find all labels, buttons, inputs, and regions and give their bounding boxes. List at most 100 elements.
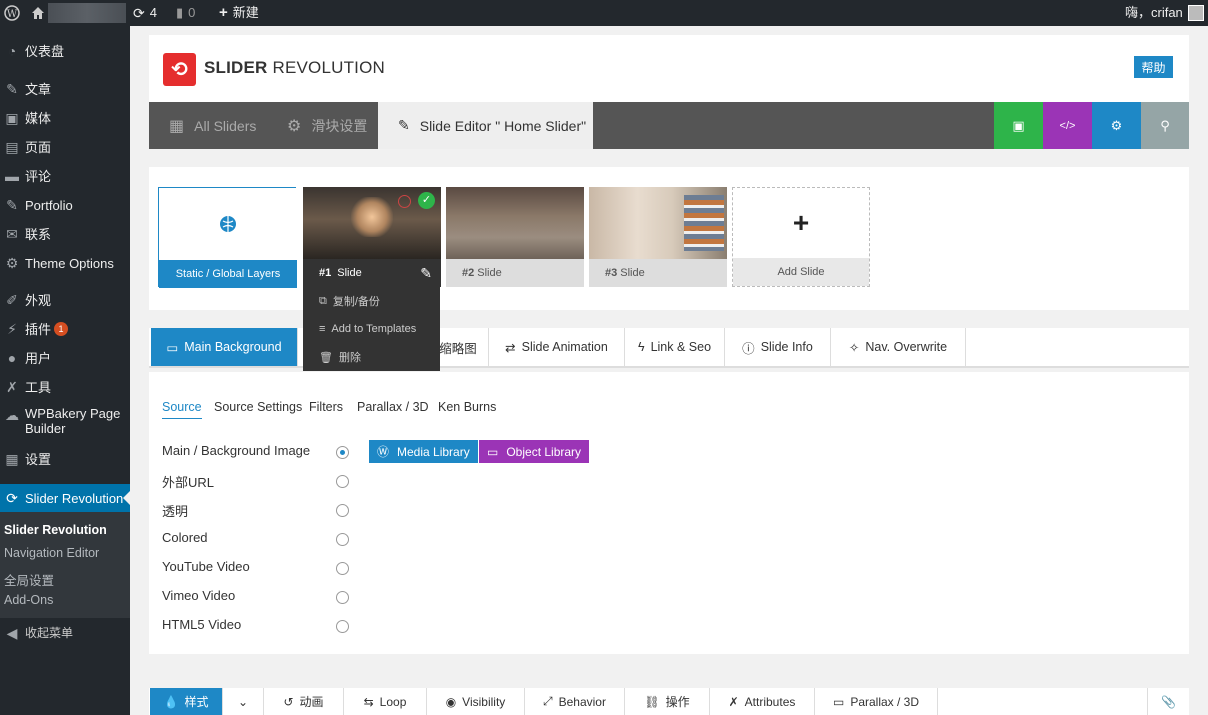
menu-slider-revolution[interactable]: ⟳ Slider Revolution bbox=[0, 484, 130, 512]
menu-theme-options[interactable]: ⚙ Theme Options bbox=[0, 249, 130, 277]
page-icon: ▤ bbox=[5, 138, 19, 155]
tab-animation[interactable]: ↺ 动画 bbox=[264, 688, 344, 715]
tab-slide-animation[interactable]: ⇄ Slide Animation bbox=[489, 328, 625, 366]
subtab-source-settings[interactable]: Source Settings bbox=[214, 400, 302, 414]
duplicate-slide-item[interactable]: ⧉ 复制/备份 bbox=[303, 287, 440, 315]
tab-actions[interactable]: ⛓ 操作 bbox=[625, 688, 710, 715]
preview-button[interactable]: ⚲ bbox=[1141, 102, 1189, 149]
tab-link-seo[interactable]: ϟ Link & Seo bbox=[625, 328, 725, 366]
pin-icon: ✎ bbox=[6, 80, 18, 97]
settings-button[interactable]: ⚙ bbox=[1092, 102, 1141, 149]
delete-slide-item[interactable]: 🗑 删除 bbox=[303, 343, 440, 371]
tab-nav-overwrite[interactable]: ✧ Nav. Overwrite bbox=[831, 328, 966, 366]
tab-behavior[interactable]: ⤢ Behavior bbox=[525, 688, 625, 715]
add-to-templates-item[interactable]: ≡ Add to Templates bbox=[303, 315, 440, 343]
tab-slide-editor[interactable]: ✎ Slide Editor " Home Slider" bbox=[378, 102, 593, 149]
list-icon: ≡ bbox=[319, 323, 326, 335]
submenu-navigation-editor[interactable]: Navigation Editor bbox=[4, 546, 99, 560]
source-radio-main-image[interactable] bbox=[336, 446, 349, 459]
menu-wpbakery[interactable]: ☁ WPBakery Page Builder bbox=[0, 406, 130, 444]
slide-card-3[interactable]: #3 Slide bbox=[589, 187, 727, 287]
slide-label-2: #2 Slide bbox=[446, 259, 584, 287]
save-button[interactable]: ▣ bbox=[994, 102, 1043, 149]
menu-portfolio[interactable]: ✎ Portfolio bbox=[0, 191, 130, 219]
collapse-menu[interactable]: ◀ 收起菜单 bbox=[0, 619, 130, 647]
plugin-update-badge: 1 bbox=[54, 322, 69, 336]
submenu-global-settings[interactable]: 全局设置 bbox=[4, 570, 54, 589]
globe-icon bbox=[159, 188, 297, 260]
style-dropdown-button[interactable]: ⌄ bbox=[223, 688, 264, 715]
subtab-filters[interactable]: Filters bbox=[309, 400, 343, 414]
comments-link[interactable]: ▮ 0 bbox=[176, 0, 195, 26]
code-button[interactable]: </> bbox=[1043, 102, 1092, 149]
published-check-icon[interactable]: ✓ bbox=[418, 192, 435, 209]
wordpress-logo-icon[interactable]: W bbox=[4, 0, 20, 26]
image-icon: ▭ bbox=[832, 694, 845, 709]
site-name-blurred[interactable] bbox=[48, 3, 126, 23]
menu-users[interactable]: ● 用户 bbox=[0, 344, 130, 372]
new-content-link[interactable]: + 新建 bbox=[219, 0, 259, 26]
submenu-add-ons[interactable]: Add-Ons bbox=[4, 593, 53, 607]
plugin-header: ⟲ SLIDER REVOLUTION 帮助 bbox=[149, 35, 1189, 102]
help-button[interactable]: 帮助 bbox=[1134, 56, 1173, 78]
source-radio-external-url[interactable] bbox=[336, 475, 349, 488]
source-radio-vimeo[interactable] bbox=[336, 591, 349, 604]
save-icon: ▣ bbox=[1012, 117, 1025, 133]
source-colored: Colored bbox=[162, 530, 208, 545]
subtab-source[interactable]: Source bbox=[162, 400, 202, 419]
menu-media[interactable]: ▣ 媒体 bbox=[0, 104, 130, 132]
unpublished-icon[interactable] bbox=[398, 195, 411, 208]
tab-style[interactable]: 💧 样式 bbox=[150, 688, 223, 715]
pin-icon: ✎ bbox=[6, 196, 18, 213]
copy-icon: ⧉ bbox=[319, 294, 327, 307]
tab-main-background[interactable]: ▭ Main Background bbox=[151, 328, 298, 366]
tools-icon: ✗ bbox=[728, 694, 739, 709]
image-icon: ▭ bbox=[166, 340, 179, 355]
gear-icon: ⚙ bbox=[1110, 117, 1123, 133]
tab-all-sliders[interactable]: ▦ All Sliders bbox=[169, 102, 256, 149]
account-menu[interactable]: 嗨，crifan bbox=[1125, 0, 1204, 26]
menu-dashboard[interactable]: ◔ 仪表盘 bbox=[0, 37, 130, 65]
menu-tools[interactable]: ✗ 工具 bbox=[0, 373, 130, 401]
slide-context-menu: #1 Slide ✎ ⧉ 复制/备份 ≡ Add to Templates 🗑 删除 bbox=[303, 259, 440, 371]
static-layers-card[interactable]: Static / Global Layers bbox=[158, 187, 297, 288]
tab-slide-info[interactable]: ⓘ Slide Info bbox=[725, 328, 831, 366]
updates-link[interactable]: ⟳ 4 bbox=[133, 0, 157, 26]
settings-icon: ▦ bbox=[5, 450, 19, 467]
tab-visibility[interactable]: ◉ Visibility bbox=[427, 688, 525, 715]
slide-card-2[interactable]: #2 Slide bbox=[446, 187, 584, 287]
pencil-icon[interactable]: ✎ bbox=[420, 265, 432, 282]
comment-icon: ▬ bbox=[5, 168, 19, 184]
static-layers-label: Static / Global Layers bbox=[159, 260, 297, 288]
tab-attributes[interactable]: ✗ Attributes bbox=[710, 688, 815, 715]
home-icon[interactable] bbox=[30, 0, 46, 26]
menu-comments[interactable]: ▬ 评论 bbox=[0, 162, 130, 190]
subtab-parallax[interactable]: Parallax / 3D bbox=[357, 400, 429, 414]
menu-appearance[interactable]: ✐ 外观 bbox=[0, 286, 130, 314]
slider-revolution-submenu: Slider Revolution Navigation Editor 全局设置… bbox=[0, 512, 130, 618]
menu-contact[interactable]: ✉ 联系 bbox=[0, 220, 130, 248]
menu-pages[interactable]: ▤ 页面 bbox=[0, 133, 130, 161]
menu-settings[interactable]: ▦ 设置 bbox=[0, 445, 130, 473]
tab-slider-settings[interactable]: ⚙ 滑块设置 bbox=[287, 102, 367, 149]
menu-plugins[interactable]: ⚡ 插件 1 bbox=[0, 315, 130, 343]
source-radio-colored[interactable] bbox=[336, 533, 349, 546]
grid-icon: ▦ bbox=[169, 117, 185, 135]
source-radio-youtube[interactable] bbox=[336, 562, 349, 575]
tab-loop[interactable]: ⇆ Loop bbox=[344, 688, 427, 715]
submenu-slider-revolution[interactable]: Slider Revolution bbox=[4, 523, 107, 537]
subtab-ken-burns[interactable]: Ken Burns bbox=[438, 400, 496, 414]
media-library-button[interactable]: Ⓦ Media Library bbox=[369, 440, 478, 463]
tab-parallax-3d[interactable]: ▭ Parallax / 3D bbox=[815, 688, 938, 715]
source-external-url: 外部URL bbox=[162, 475, 215, 490]
attachment-button[interactable]: 📎 bbox=[1147, 688, 1189, 715]
add-slide-card[interactable]: + Add Slide bbox=[732, 187, 870, 287]
refresh-icon: ⟳ bbox=[133, 5, 145, 21]
menu-posts[interactable]: ✎ 文章 bbox=[0, 75, 130, 103]
source-radio-transparent[interactable] bbox=[336, 504, 349, 517]
object-library-button[interactable]: ▭ Object Library bbox=[479, 440, 590, 463]
avatar bbox=[1187, 5, 1204, 21]
source-radio-html5[interactable] bbox=[336, 620, 349, 633]
layer-settings-bar: 💧 样式 ⌄ ↺ 动画 ⇆ Loop ◉ Visibility ⤢ Behavior ⛓ 操… bbox=[149, 688, 1189, 715]
source-main-background-image: Main / Background Image bbox=[162, 443, 311, 458]
